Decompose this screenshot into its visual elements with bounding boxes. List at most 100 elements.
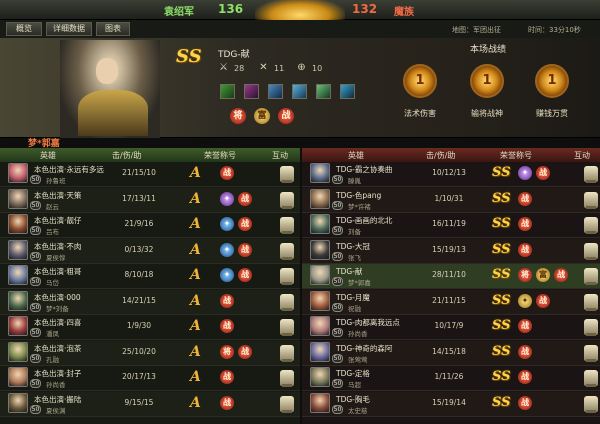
like-trophy-button[interactable] [584,344,598,362]
tab-overview[interactable]: 概览 [6,22,42,36]
player-row[interactable]: 50 TDG-大冠 张飞 15/19/13 SS 战 [302,238,600,264]
hero-avatar[interactable] [310,367,330,387]
player-name[interactable]: TDG-月魔 [336,292,370,303]
honor-badge: 战 [220,293,234,308]
hero-avatar[interactable] [8,290,28,311]
like-trophy-button[interactable] [584,268,598,285]
left-faction-score: 136 [218,2,244,16]
like-trophy-button[interactable] [584,242,598,260]
like-trophy-button[interactable] [584,293,598,311]
player-name[interactable]: 本色出演·000 [34,292,81,303]
player-row[interactable]: 50 TDG-肉都离我远点 孙尚香 10/17/9 SS 战 [302,315,600,340]
player-name[interactable]: 本色出演·搬陆 [34,394,81,405]
equipment-slot-5[interactable] [316,84,331,99]
hero-avatar[interactable] [8,163,28,183]
rank-a-badge: A [190,318,201,334]
like-trophy-button[interactable] [584,395,598,413]
player-row[interactable]: 50 本色出演·四喜 潘凤 1/9/30 A 战 [0,315,300,340]
player-row[interactable]: 50 本色出演·靓仔 吕布 21/9/16 A ✦ 战 [0,213,300,238]
hero-avatar[interactable] [310,188,330,209]
like-trophy-button[interactable] [280,191,294,209]
player-name[interactable]: 本色出演·天策 [34,190,81,201]
hero-avatar[interactable] [8,367,28,387]
like-trophy-button[interactable] [584,370,598,387]
player-name[interactable]: TDG-献 [336,266,362,277]
like-trophy-button[interactable] [280,166,294,183]
player-row[interactable]: 50 TDG-胸毛 太史慈 15/19/14 SS 战 [302,391,600,417]
like-trophy-button[interactable] [584,191,598,209]
hero-avatar[interactable] [8,214,28,234]
player-name[interactable]: TDG-胸毛 [336,394,370,405]
player-row[interactable]: 50 本色出演·封子 孙尚香 20/17/13 A 战 [0,366,300,391]
player-row[interactable]: 50 TDG-定格 马超 1/11/26 SS 战 [302,366,600,391]
like-trophy-button[interactable] [280,242,294,260]
player-name[interactable]: 本色出演·不肉 [34,241,81,252]
player-row[interactable]: 50 TDG-色pang 梦*许褚 1/10/31 SS 战 [302,187,600,213]
player-row[interactable]: 50 TDG-月魔 祝融 21/11/15 SS ✦ 战 [302,289,600,315]
hero-avatar[interactable] [310,265,330,285]
hero-avatar[interactable] [310,392,330,413]
like-trophy-button[interactable] [280,217,294,234]
player-row[interactable]: 50 本色出演·不肉 夏侯惇 0/13/32 A ✦ 战 [0,238,300,264]
like-trophy-button[interactable] [280,395,294,413]
tab-chart[interactable]: 图表 [96,22,130,36]
hero-avatar[interactable] [310,290,330,311]
honor-badge: 战 [238,242,252,257]
player-name[interactable]: TDG-霸之协奏曲 [336,164,392,175]
player-name[interactable]: 本色出演·靓仔 [34,215,81,226]
player-row[interactable]: 50 TDG-献 梦*郭嘉 28/11/10 SS 将富战 [302,264,600,289]
player-row[interactable]: 50 TDG-画画的北北 刘备 16/11/19 SS 战 [302,213,600,238]
player-row[interactable]: 50 本色出演·泡茶 孔融 25/10/20 A 将战 [0,340,300,366]
equipment-slot-4[interactable] [292,84,307,99]
rank-ss-badge: SS [492,369,511,384]
deaths-icon: ✕ [259,62,268,73]
hero-avatar[interactable] [310,239,330,260]
player-row[interactable]: 50 本色出演·天策 赵云 17/13/11 A ✦ 战 [0,187,300,213]
rank-ss-badge: SS [492,318,511,333]
player-name[interactable]: 本色出演·四喜 [34,317,81,328]
player-row[interactable]: 50 本色出演·000 梦*刘备 14/21/15 A 战 [0,289,300,315]
kda-value: 16/11/19 [432,219,466,228]
hero-avatar[interactable] [310,341,330,362]
player-name[interactable]: TDG-色pang [336,190,381,201]
equipment-slot-6[interactable] [340,84,355,99]
player-name[interactable]: TDG-神奇的森阿 [336,343,392,354]
hero-avatar[interactable] [8,392,28,413]
like-trophy-button[interactable] [280,370,294,387]
player-name[interactable]: 本色出演·泡茶 [34,343,81,354]
like-trophy-button[interactable] [280,319,294,336]
tab-detail-data[interactable]: 详细数据 [46,22,92,36]
player-name[interactable]: TDG-定格 [336,368,370,379]
hero-avatar[interactable] [8,265,28,285]
player-row[interactable]: 50 本色出演·永远有多远 孙鲁班 21/15/10 A 战 [0,162,300,187]
player-row[interactable]: 50 TDG-神奇的森阿 张莺莺 14/15/18 SS 战 [302,340,600,366]
score-bar: 袁绍军 136 132 魔族 [0,0,600,32]
player-name[interactable]: 本色出演·封子 [34,368,81,379]
player-row[interactable]: 50 TDG-霸之协奏曲 滕胤 10/12/13 SS ✦ 战 [302,162,600,187]
hero-avatar[interactable] [8,239,28,260]
player-row[interactable]: 50 本色出演·搬陆 夏侯渊 9/15/15 A 战 [0,391,300,417]
like-trophy-button[interactable] [584,166,598,183]
like-trophy-button[interactable] [584,319,598,336]
hero-avatar[interactable] [310,214,330,234]
like-trophy-button[interactable] [280,344,294,362]
equipment-slot-3[interactable] [268,84,283,99]
hero-avatar[interactable] [8,316,28,336]
like-trophy-button[interactable] [280,293,294,311]
hero-name: 马岱 [46,279,59,287]
player-name[interactable]: TDG-肉都离我远点 [336,317,400,328]
equipment-slot-2[interactable] [244,84,259,99]
player-row[interactable]: 50 本色出演·粗哥 马岱 8/10/18 A ✦ 战 [0,264,300,289]
left-faction-name: 袁绍军 [164,7,194,18]
player-name[interactable]: 本色出演·粗哥 [34,266,81,277]
hero-avatar[interactable] [8,341,28,362]
hero-avatar[interactable] [310,316,330,336]
like-trophy-button[interactable] [584,217,598,234]
player-name[interactable]: TDG-画画的北北 [336,215,392,226]
player-name[interactable]: 本色出演·永远有多远 [34,164,104,175]
like-trophy-button[interactable] [280,268,294,285]
player-name[interactable]: TDG-大冠 [336,241,370,252]
hero-avatar[interactable] [310,163,330,183]
equipment-slot-1[interactable] [220,84,235,99]
hero-avatar[interactable] [8,188,28,209]
